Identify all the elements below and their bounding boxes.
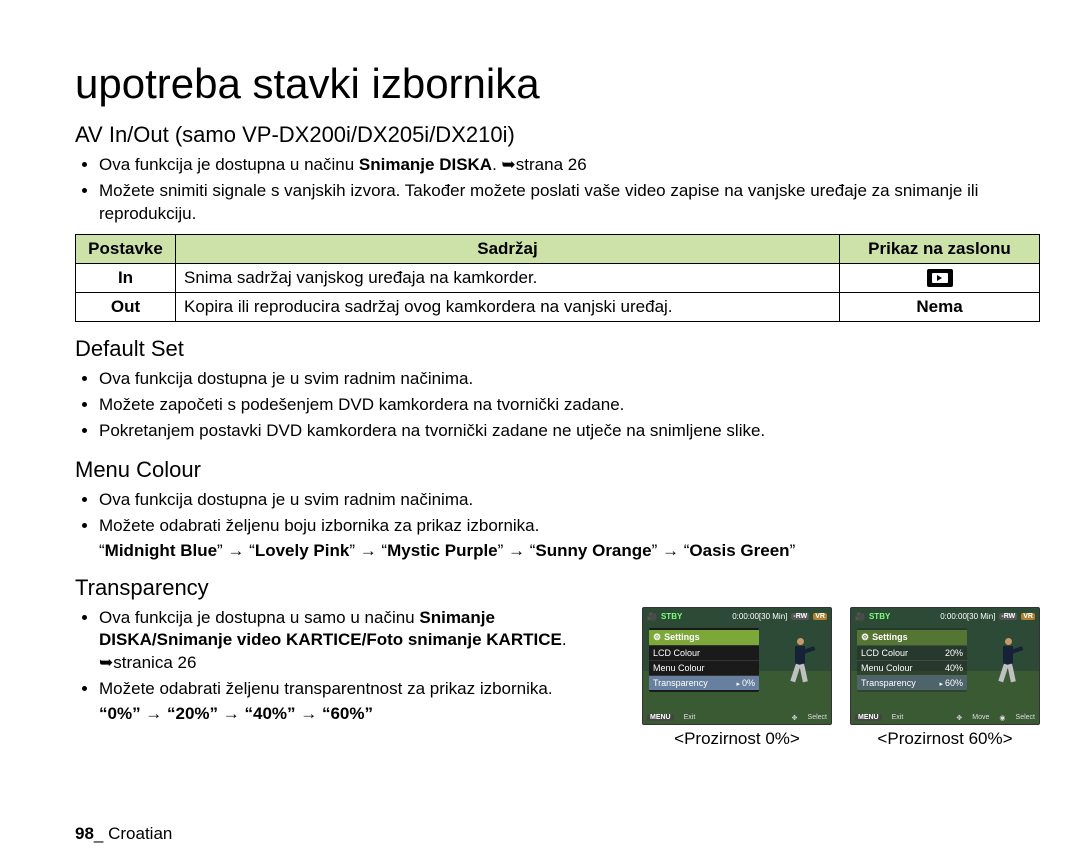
menu-row-menucolour: Menu Colour <box>649 660 759 675</box>
av-in-icon <box>927 269 953 287</box>
transparency-heading: Transparency <box>75 575 1040 601</box>
th-sadrzaj: Sadržaj <box>176 234 840 263</box>
list-item: Možete započeti s podešenjem DVD kamkord… <box>99 394 1040 417</box>
osd-bottombar: MENU Exit ✥ Move ◉ Select <box>855 714 1035 722</box>
th-prikaz: Prikaz na zaslonu <box>840 234 1040 263</box>
cell-out-desc: Kopira ili reproducira sadržaj ovog kamk… <box>176 292 840 321</box>
menucolour-options: “Midnight Blue” → “Lovely Pink” → “Mysti… <box>75 541 1040 561</box>
stby-label: STBY <box>869 612 890 621</box>
menu-row-lcd: LCD Colour20% <box>857 645 967 660</box>
thumb-0: 🎥 STBY 0:00:00[30 Min] -RW VR Settings L… <box>642 607 832 725</box>
gear-icon <box>653 632 661 643</box>
av-table: Postavke Sadržaj Prikaz na zaslonu In Sn… <box>75 234 1040 322</box>
page-title: upotreba stavki izbornika <box>75 60 1040 108</box>
osd-menu-panel: Settings LCD Colour Menu Colour Transpar… <box>649 628 759 692</box>
menu-row-menucolour: Menu Colour40% <box>857 660 967 675</box>
page-footer: 98_ Croatian <box>75 824 172 844</box>
stby-label: STBY <box>661 612 682 621</box>
rw-badge: -RW <box>791 613 809 620</box>
camcorder-icon: 🎥 <box>855 612 865 621</box>
cell-in-desc: Snima sadržaj vanjskog uređaja na kamkor… <box>176 263 840 292</box>
thumb-60-wrap: 🎥 STBY 0:00:00[30 Min] -RW VR Settings L… <box>850 607 1040 749</box>
menu-settings-header: Settings <box>649 630 759 645</box>
list-item: Možete odabrati željenu boju izbornika z… <box>99 515 1040 538</box>
page-number: 98 <box>75 824 94 843</box>
osd-bottombar: MENU Exit ✥ Select <box>647 714 827 722</box>
player-figure <box>787 636 817 690</box>
osd-topbar: 🎥 STBY 0:00:00[30 Min] -RW VR <box>855 610 1035 624</box>
time-label: 0:00:00[30 Min] <box>940 612 995 621</box>
menucolour-heading: Menu Colour <box>75 457 1040 483</box>
cell-in: In <box>76 263 176 292</box>
cell-in-icon <box>840 263 1040 292</box>
menu-button-icon: MENU <box>855 714 882 721</box>
rw-badge: -RW <box>999 613 1017 620</box>
menu-row-lcd: LCD Colour <box>649 645 759 660</box>
vr-badge: VR <box>1021 613 1035 620</box>
menu-settings-header: Settings <box>857 630 967 645</box>
player-figure <box>995 636 1025 690</box>
vr-badge: VR <box>813 613 827 620</box>
av-heading: AV In/Out (samo VP-DX200i/DX205i/DX210i) <box>75 122 1040 148</box>
cell-out-nema: Nema <box>840 292 1040 321</box>
av-bullets: Ova funkcija je dostupna u načinu Sniman… <box>75 154 1040 226</box>
av-bullet-2: Možete snimiti signale s vanjskih izvora… <box>99 180 1040 226</box>
table-row: Out Kopira ili reproducira sadržaj ovog … <box>76 292 1040 321</box>
menu-button-icon: MENU <box>647 714 674 721</box>
menucolour-bullets: Ova funkcija dostupna je u svim radnim n… <box>75 489 1040 538</box>
osd-topbar: 🎥 STBY 0:00:00[30 Min] -RW VR <box>647 610 827 624</box>
th-postavke: Postavke <box>76 234 176 263</box>
thumb-60-caption: <Prozirnost 60%> <box>850 729 1040 749</box>
joystick-icon: ✥ <box>792 714 798 722</box>
transparency-bullets: Ova funkcija je dostupna u samo u načinu… <box>75 607 618 702</box>
thumb-0-wrap: 🎥 STBY 0:00:00[30 Min] -RW VR Settings L… <box>642 607 832 749</box>
footer-language: Croatian <box>108 824 172 843</box>
time-label: 0:00:00[30 Min] <box>732 612 787 621</box>
menu-row-transparency: Transparency60% <box>857 675 967 690</box>
table-header-row: Postavke Sadržaj Prikaz na zaslonu <box>76 234 1040 263</box>
list-item: Možete odabrati željenu transparentnost … <box>99 678 618 701</box>
defaultset-bullets: Ova funkcija dostupna je u svim radnim n… <box>75 368 1040 443</box>
thumb-60: 🎥 STBY 0:00:00[30 Min] -RW VR Settings L… <box>850 607 1040 725</box>
av-bullet-1: Ova funkcija je dostupna u načinu Sniman… <box>99 154 1040 177</box>
gear-icon <box>861 632 869 643</box>
list-item: Ova funkcija dostupna je u svim radnim n… <box>99 368 1040 391</box>
menu-row-transparency: Transparency0% <box>649 675 759 690</box>
select-dot-icon: ◉ <box>999 714 1005 722</box>
joystick-icon: ✥ <box>956 714 962 722</box>
table-row: In Snima sadržaj vanjskog uređaja na kam… <box>76 263 1040 292</box>
cell-out: Out <box>76 292 176 321</box>
transparency-options: “0%” → “20%” → “40%” → “60%” <box>75 704 618 724</box>
thumb-0-caption: <Prozirnost 0%> <box>642 729 832 749</box>
list-item: Pokretanjem postavki DVD kamkordera na t… <box>99 420 1040 443</box>
transparency-thumbnails: 🎥 STBY 0:00:00[30 Min] -RW VR Settings L… <box>642 607 1040 749</box>
list-item: Ova funkcija dostupna je u svim radnim n… <box>99 489 1040 512</box>
osd-menu-panel: Settings LCD Colour20% Menu Colour40% Tr… <box>857 628 967 692</box>
camcorder-icon: 🎥 <box>647 612 657 621</box>
defaultset-heading: Default Set <box>75 336 1040 362</box>
list-item: Ova funkcija je dostupna u samo u načinu… <box>99 607 618 676</box>
